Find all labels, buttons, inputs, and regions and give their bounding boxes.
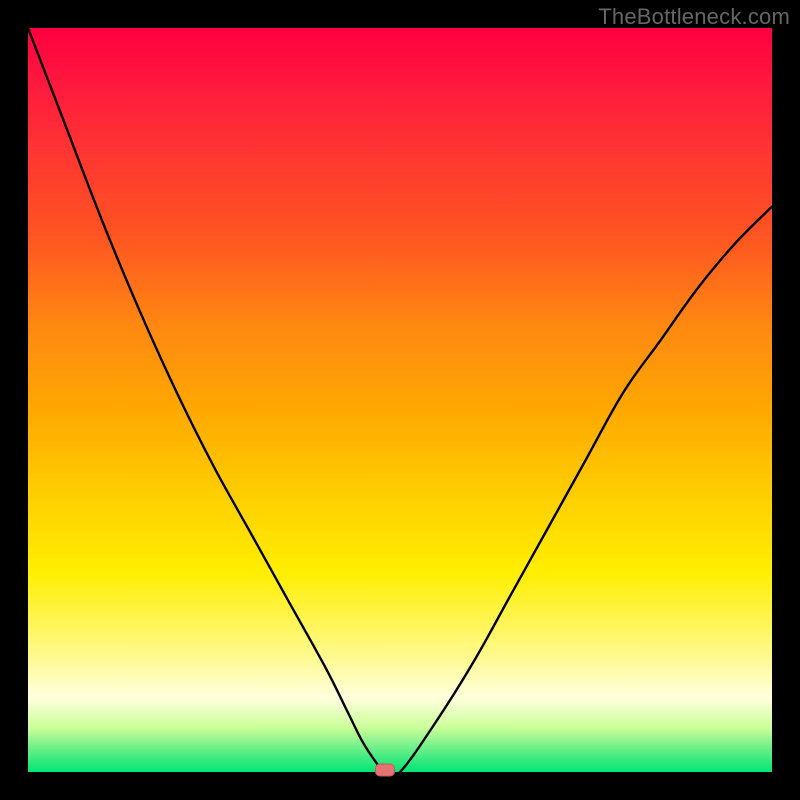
watermark-text: TheBottleneck.com — [598, 4, 790, 30]
curve-svg — [28, 28, 772, 772]
bottleneck-chart: TheBottleneck.com — [0, 0, 800, 800]
plot-area — [28, 28, 772, 772]
bottleneck-curve-path — [28, 28, 772, 772]
optimal-point-marker — [375, 764, 395, 777]
